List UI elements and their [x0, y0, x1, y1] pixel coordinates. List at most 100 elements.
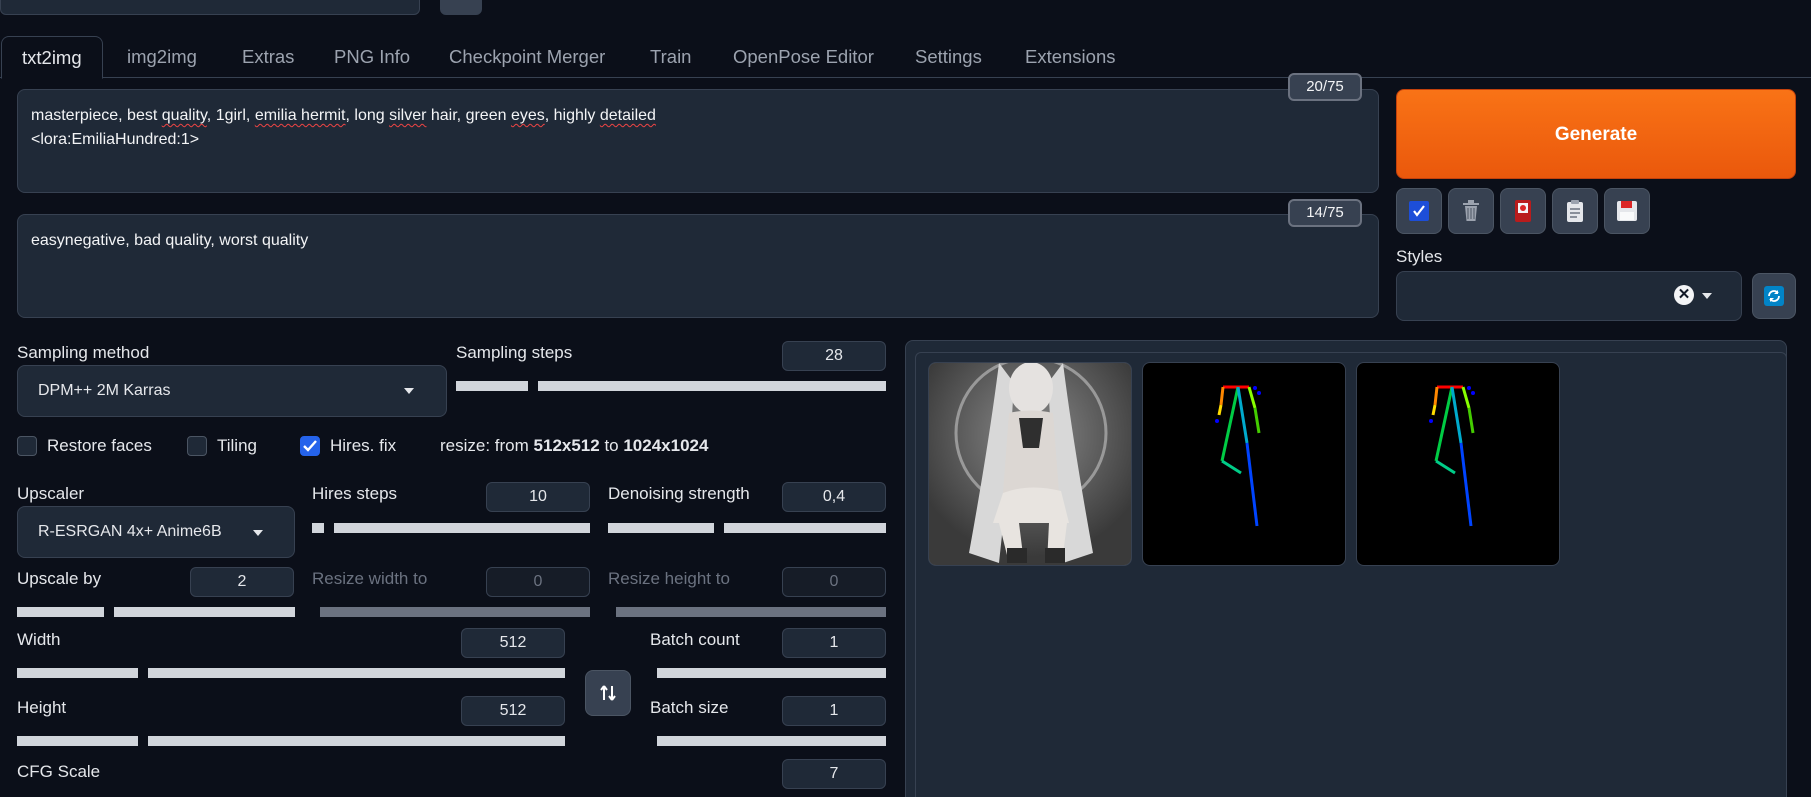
negative-prompt-textarea[interactable]: easynegative, bad quality, worst quality: [17, 214, 1379, 318]
tab-txt2img[interactable]: txt2img: [1, 36, 103, 79]
resize-height-slider[interactable]: [608, 605, 886, 618]
checkmark-icon: [303, 440, 317, 452]
upscale-by-slider[interactable]: [17, 605, 295, 618]
batch-count-label: Batch count: [650, 630, 740, 649]
hires-steps-input[interactable]: 10: [486, 482, 590, 512]
save-style-button[interactable]: [1604, 188, 1650, 234]
slider-track-rest: [657, 736, 886, 746]
floppy-disk-icon: [1617, 201, 1637, 221]
sampling-steps-slider[interactable]: [456, 379, 886, 392]
prompt-segment: , long: [345, 107, 390, 124]
height-label: Height: [17, 698, 67, 717]
width-slider[interactable]: [17, 666, 565, 679]
sampling-steps-label: Sampling steps: [456, 343, 573, 362]
generate-button[interactable]: Generate: [1396, 89, 1796, 179]
batch-size-label: Batch size: [650, 698, 729, 717]
gallery-image-generated[interactable]: [928, 362, 1132, 566]
checkbox-icon: [1409, 201, 1429, 221]
tab-train[interactable]: Train: [630, 36, 711, 78]
card-icon: [1515, 200, 1531, 222]
upscaler-value: R-ESRGAN 4x+ Anime6B: [38, 523, 222, 540]
clear-prompt-button[interactable]: [1448, 188, 1494, 234]
tab-png-info[interactable]: PNG Info: [314, 36, 430, 78]
batch-count-input[interactable]: 1: [782, 628, 886, 658]
cfg-scale-label: CFG Scale: [17, 762, 101, 781]
denoising-strength-input[interactable]: 0,4: [782, 482, 886, 512]
slider-track-filled: [608, 523, 714, 533]
sampling-steps-input[interactable]: 28: [782, 341, 886, 371]
resize-width-label: Resize width to: [312, 569, 428, 588]
batch-size-slider[interactable]: [650, 734, 886, 747]
prompt-segment: , highly: [544, 107, 600, 124]
batch-count-slider[interactable]: [650, 666, 886, 679]
tab-extras[interactable]: Extras: [222, 36, 314, 78]
prompt-segment: hair, green: [426, 107, 511, 124]
resize-info-mid: to: [599, 436, 624, 455]
resize-width-slider[interactable]: [312, 605, 590, 618]
slider-track-rest: [320, 607, 590, 617]
upscale-by-label: Upscale by: [17, 569, 102, 588]
slider-track-rest: [148, 668, 565, 678]
checkpoint-dropdown-remnant[interactable]: [0, 0, 420, 15]
resize-height-input[interactable]: 0: [782, 567, 886, 597]
show-extra-networks-button[interactable]: [1396, 188, 1442, 234]
tiling-label: Tiling: [217, 436, 257, 455]
chevron-down-icon: [404, 388, 414, 394]
tiling-checkbox[interactable]: [187, 436, 207, 456]
openpose-skeleton-1: [1215, 385, 1261, 527]
chevron-down-icon: [253, 530, 263, 536]
sampling-method-dropdown[interactable]: DPM++ 2M Karras: [17, 365, 447, 417]
gallery-image-openpose-1[interactable]: [1142, 362, 1346, 566]
upscale-by-input[interactable]: 2: [190, 567, 294, 597]
denoising-strength-slider[interactable]: [608, 521, 886, 534]
prompt-misspelled: quality: [161, 107, 207, 124]
hires-steps-slider[interactable]: [312, 521, 590, 534]
prompt-misspelled: eyes: [510, 107, 545, 124]
prompt-segment: , 1girl,: [206, 107, 255, 124]
tab-img2img[interactable]: img2img: [107, 36, 217, 78]
styles-label: Styles: [1396, 247, 1443, 266]
hires-fix-checkbox[interactable]: [300, 436, 320, 456]
width-input[interactable]: 512: [461, 628, 565, 658]
slider-track-filled: [312, 523, 324, 533]
paste-button[interactable]: [1552, 188, 1598, 234]
hires-fix-label: Hires. fix: [330, 436, 397, 455]
slider-track-filled: [456, 381, 528, 391]
tab-extensions[interactable]: Extensions: [1005, 36, 1136, 78]
height-slider[interactable]: [17, 734, 565, 747]
swap-dimensions-button[interactable]: [585, 670, 631, 716]
prompt-misspelled: silver: [389, 107, 427, 124]
clipboard-icon: [1567, 200, 1583, 222]
negative-prompt-token-counter: 14/75: [1288, 199, 1362, 227]
gallery-image-openpose-2[interactable]: [1356, 362, 1560, 566]
upscaler-label: Upscaler: [17, 484, 85, 503]
slider-track-filled: [17, 736, 138, 746]
refresh-styles-button[interactable]: [1752, 273, 1796, 319]
resize-info-to: 1024x1024: [623, 436, 709, 455]
resize-width-input[interactable]: 0: [486, 567, 590, 597]
tab-openpose-editor[interactable]: OpenPose Editor: [713, 36, 894, 78]
chevron-down-icon: [1702, 293, 1712, 299]
slider-track-filled: [17, 668, 138, 678]
prompt-textarea[interactable]: masterpiece, best quality, 1girl, emilia…: [17, 89, 1379, 193]
tab-settings[interactable]: Settings: [895, 36, 1002, 78]
prompt-segment: masterpiece, best: [31, 107, 162, 124]
height-input[interactable]: 512: [461, 696, 565, 726]
trash-icon: [1463, 200, 1479, 221]
negative-prompt-text: easynegative, bad quality, worst quality: [31, 232, 309, 249]
refresh-button-remnant[interactable]: [440, 0, 482, 15]
sampling-method-label: Sampling method: [17, 343, 150, 362]
clear-styles-icon[interactable]: ✕: [1674, 285, 1694, 305]
refresh-icon: [1764, 286, 1784, 306]
restore-faces-label: Restore faces: [47, 436, 152, 455]
generated-image: [929, 363, 1131, 565]
batch-size-input[interactable]: 1: [782, 696, 886, 726]
tab-checkpoint-merger[interactable]: Checkpoint Merger: [429, 36, 625, 78]
slider-track-rest: [657, 668, 886, 678]
resize-info-prefix: resize: from: [440, 436, 534, 455]
restore-faces-checkbox[interactable]: [17, 436, 37, 456]
slider-track-rest: [334, 523, 590, 533]
extra-networks-card-button[interactable]: [1500, 188, 1546, 234]
slider-track-filled: [17, 607, 104, 617]
cfg-scale-input[interactable]: 7: [782, 759, 886, 789]
